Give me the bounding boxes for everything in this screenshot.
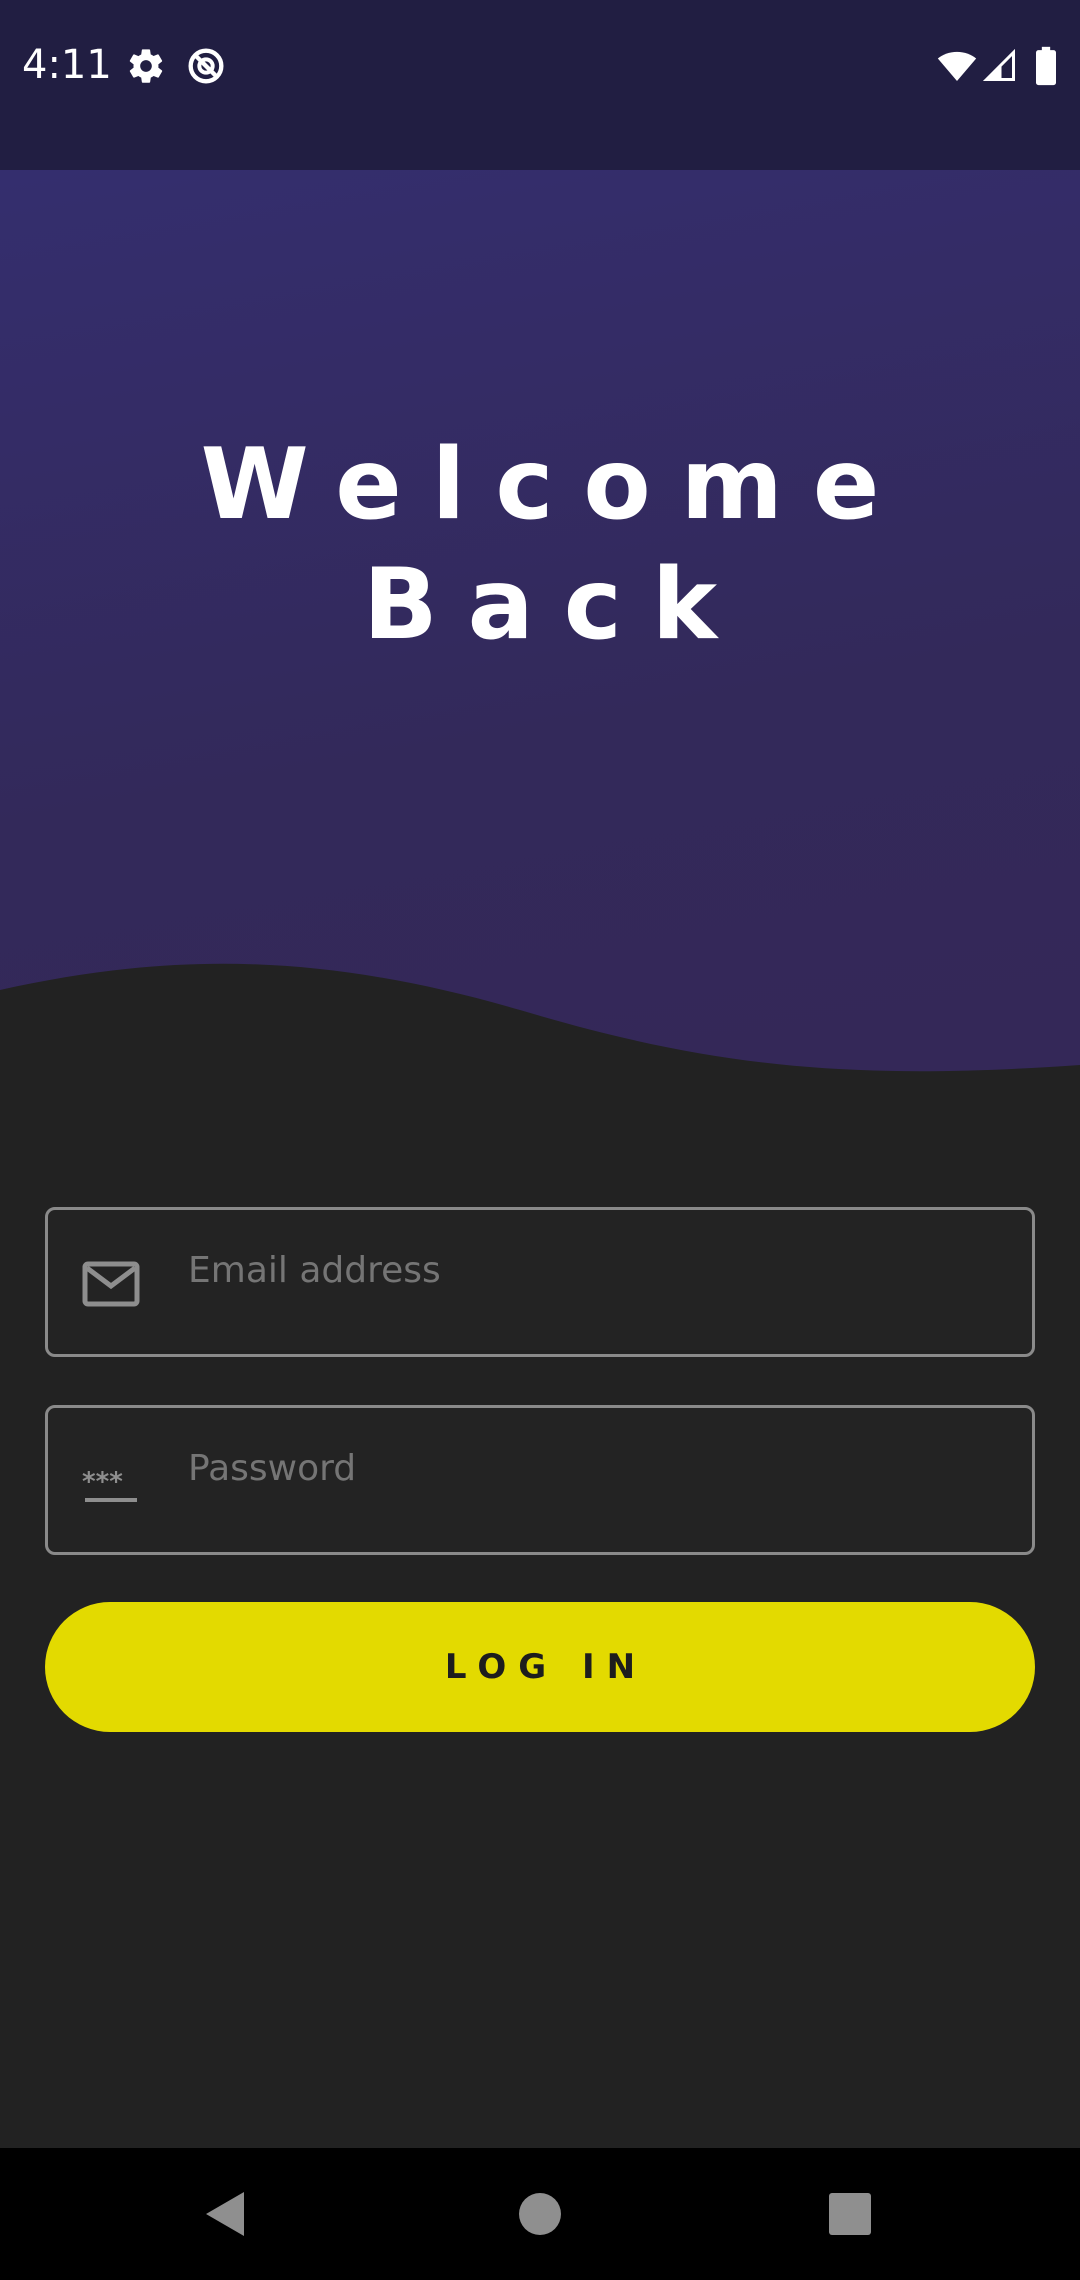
welcome-title-line2: Back	[362, 548, 748, 662]
password-input[interactable]	[188, 1448, 988, 1489]
wifi-icon	[937, 51, 977, 81]
back-icon[interactable]	[196, 2184, 256, 2244]
status-time: 4:11	[22, 42, 112, 88]
password-icon: ***	[82, 1467, 137, 1502]
recents-icon[interactable]	[820, 2184, 880, 2244]
navigation-bar	[0, 2148, 1080, 2280]
battery-icon	[1036, 46, 1056, 86]
email-input[interactable]	[188, 1250, 988, 1291]
hero-wave	[0, 963, 1080, 1100]
welcome-title-line1: Welcome	[200, 428, 910, 542]
mail-icon	[82, 1261, 140, 1307]
welcome-title: Welcome Back	[0, 425, 1080, 665]
login-button[interactable]: LOG IN	[45, 1602, 1035, 1732]
home-icon[interactable]	[510, 2184, 570, 2244]
svg-text:***: ***	[82, 1467, 123, 1497]
settings-icon	[129, 49, 163, 83]
cell-signal-icon	[982, 48, 1015, 81]
status-bar: 4:11	[0, 0, 1080, 170]
login-screen: 4:11 Welcome Back Email address *** LOG …	[0, 0, 1080, 2280]
email-field[interactable]	[45, 1207, 1035, 1357]
data-saver-icon	[188, 48, 224, 84]
password-field[interactable]: ***	[45, 1405, 1035, 1555]
